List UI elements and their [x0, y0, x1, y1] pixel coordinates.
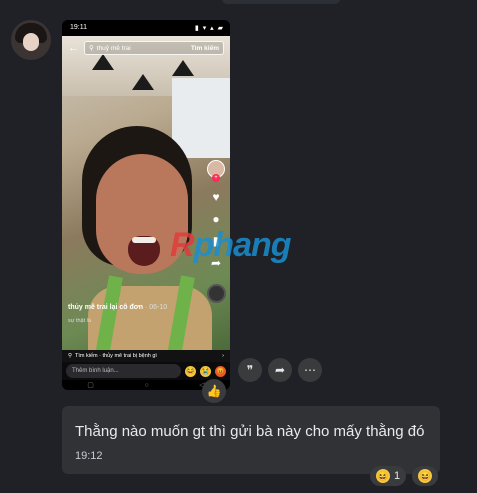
phone-status-bar: 19:11 ▮ ▾ ▴ ▰	[62, 20, 230, 36]
attached-screenshot[interactable]: 19:11 ▮ ▾ ▴ ▰ ← ⚲ thuỷ mê trai Tìm kiếm …	[62, 20, 230, 390]
message-text: Thằng nào muốn gt thì gửi bà này cho mấy…	[75, 423, 425, 440]
cry-emoji-icon: 😭	[200, 365, 211, 377]
status-time: 19:11	[70, 24, 87, 31]
comment-bar: Thêm bình luận... 😂 😭 😡	[62, 362, 230, 380]
comment-placeholder: Thêm bình luận...	[66, 364, 181, 378]
message-time: 19:12	[75, 450, 103, 462]
watermark-logo: Rphang	[170, 226, 292, 264]
related-search-text: Tìm kiếm · thủy mê trai bị bệnh gì	[75, 353, 157, 359]
back-arrow-icon: ←	[68, 42, 79, 54]
sub-caption: sự thật là	[68, 318, 91, 324]
chevron-right-icon: ›	[222, 353, 224, 359]
previous-message-edge	[222, 0, 340, 4]
follow-plus-icon: +	[212, 174, 220, 182]
search-box: ⚲ thuỷ mê trai Tìm kiếm	[84, 41, 224, 55]
more-options-icon[interactable]: ⋯	[298, 358, 322, 382]
comment-icon: ●	[212, 212, 220, 226]
music-disc-icon	[206, 284, 226, 303]
sender-avatar[interactable]	[11, 20, 51, 60]
recents-icon: ▢	[87, 382, 94, 389]
quote-reply-icon[interactable]: ❞	[238, 358, 262, 382]
reaction-chip[interactable]: 😆 1	[370, 466, 407, 486]
home-icon: ○	[144, 381, 149, 389]
forward-icon[interactable]: ➦	[268, 358, 292, 382]
search-icon: ⚲	[89, 45, 94, 52]
video-frame	[62, 36, 230, 350]
caption-date: · 06-10	[144, 304, 168, 311]
thumbs-up-icon[interactable]: 👍	[202, 379, 226, 403]
add-reaction-chip[interactable]: 😆	[412, 466, 439, 486]
angry-emoji-icon: 😡	[215, 365, 226, 377]
message-bubble[interactable]: Thằng nào muốn gt thì gửi bà này cho mấy…	[62, 406, 440, 474]
status-icons: ▮ ▾ ▴ ▰	[194, 25, 224, 32]
reaction-count: 1	[394, 470, 401, 482]
related-search-icon: ⚲	[68, 353, 73, 359]
message-actions: ❞ ➦ ⋯	[238, 358, 322, 382]
video-caption: thủy mê trai lại cô đơn · 06-10	[68, 304, 167, 311]
heart-icon: ♥	[212, 190, 220, 204]
reactions-bar: 😆 1 😆	[370, 466, 439, 486]
related-search-bar: ⚲ Tìm kiếm · thủy mê trai bị bệnh gì ›	[62, 350, 230, 362]
tiktok-search-bar: ← ⚲ thuỷ mê trai Tìm kiếm	[68, 40, 224, 56]
laugh-emoji-icon: 😂	[185, 365, 196, 377]
search-query: thuỷ mê trai	[96, 44, 131, 52]
laughing-emoji-icon: 😆	[418, 469, 433, 483]
search-button-label: Tìm kiếm	[190, 44, 219, 52]
laughing-emoji-icon: 😆	[376, 469, 390, 483]
caption-text: thủy mê trai lại cô đơn	[68, 304, 143, 311]
